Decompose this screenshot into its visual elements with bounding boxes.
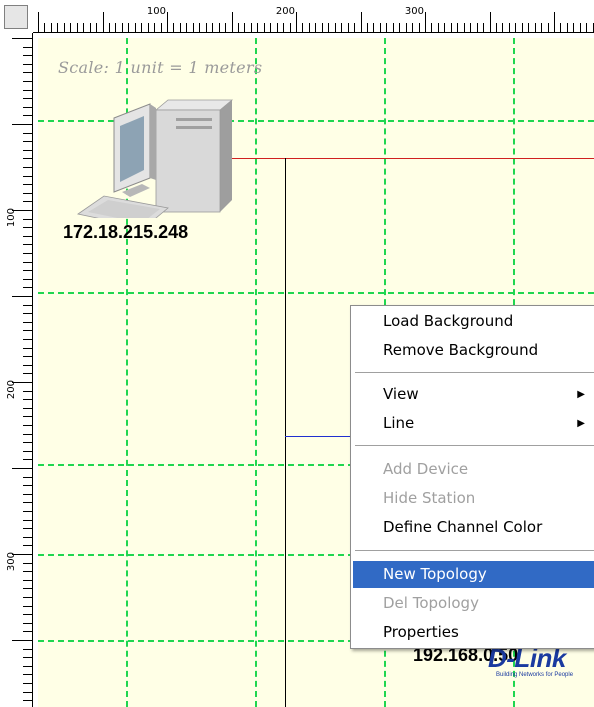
context-menu: Load Background Remove Background View ▶ … bbox=[350, 305, 594, 649]
device-ip-label[interactable]: 172.18.215.248 bbox=[63, 222, 188, 243]
ruler-label: 300 bbox=[6, 552, 17, 571]
ruler-label: 200 bbox=[276, 6, 295, 17]
menu-item-properties[interactable]: Properties bbox=[353, 619, 594, 646]
ruler-label: 100 bbox=[6, 208, 17, 227]
grid-line-horizontal bbox=[38, 292, 594, 294]
menu-item-view[interactable]: View ▶ bbox=[353, 381, 594, 408]
menu-item-line[interactable]: Line ▶ bbox=[353, 410, 594, 437]
menu-item-new-topology[interactable]: New Topology bbox=[353, 561, 594, 588]
ruler-label: 300 bbox=[405, 6, 424, 17]
menu-item-add-device: Add Device bbox=[383, 460, 469, 478]
dlink-logo-tagline: Building Networks for People bbox=[496, 672, 574, 678]
menu-item-define-channel-color[interactable]: Define Channel Color bbox=[353, 514, 594, 541]
vertical-ruler: 100 200 300 bbox=[0, 33, 33, 707]
ruler-corner bbox=[0, 0, 33, 33]
connection-line-blue[interactable] bbox=[285, 436, 355, 437]
menu-item-del-topology: Del Topology bbox=[383, 594, 479, 612]
horizontal-ruler: 100 200 300 bbox=[33, 0, 594, 33]
ruler-label: 100 bbox=[147, 6, 166, 17]
scale-text: Scale: 1 unit = 1 meters bbox=[58, 58, 263, 77]
submenu-arrow-icon: ▶ bbox=[577, 389, 585, 400]
topology-view: 100 200 300 100 200 300 Scale: 1 unit = 1 me… bbox=[0, 0, 594, 707]
submenu-arrow-icon: ▶ bbox=[577, 418, 585, 429]
ruler-label: 200 bbox=[6, 380, 17, 399]
menu-item-remove-background[interactable]: Remove Background bbox=[353, 337, 594, 364]
menu-item-load-background[interactable]: Load Background bbox=[353, 308, 594, 335]
menu-separator bbox=[355, 372, 594, 373]
connection-line-black[interactable] bbox=[285, 158, 286, 707]
menu-item-hide-station: Hide Station bbox=[383, 489, 476, 507]
computer-icon[interactable] bbox=[64, 96, 234, 218]
menu-separator bbox=[355, 550, 594, 551]
menu-separator bbox=[355, 445, 594, 446]
grid-line-vertical bbox=[255, 38, 257, 707]
